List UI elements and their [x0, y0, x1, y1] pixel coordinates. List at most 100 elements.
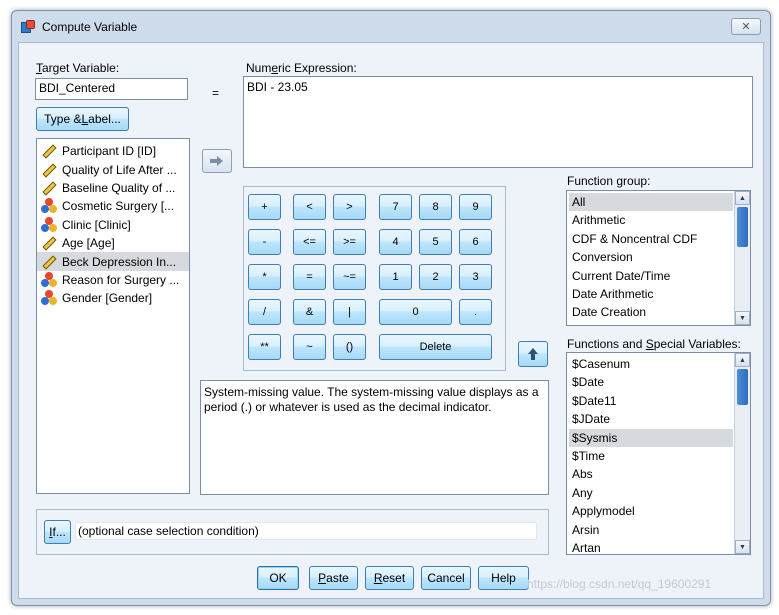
arrow-up-icon: [528, 348, 538, 360]
function-group-label: Function group:: [567, 174, 651, 188]
keypad-delete-button[interactable]: Delete: [379, 334, 492, 360]
function-group-item[interactable]: Conversion: [569, 248, 733, 266]
target-variable-input[interactable]: BDI_Centered: [35, 78, 188, 100]
function-item[interactable]: Arsin: [569, 521, 733, 539]
equals-sign: =: [212, 86, 220, 100]
move-to-expression-button[interactable]: [202, 149, 232, 173]
scale-ruler-icon: [41, 143, 57, 159]
variable-item[interactable]: Beck Depression In...: [37, 252, 189, 271]
variable-label: Quality of Life After ...: [62, 162, 177, 177]
paste-button[interactable]: Paste: [309, 566, 358, 590]
keypad-plus-button[interactable]: +: [248, 194, 281, 220]
keypad-or-button[interactable]: |: [333, 299, 366, 325]
variable-item[interactable]: Participant ID [ID]: [37, 142, 189, 160]
keypad-k3-button[interactable]: 3: [459, 264, 492, 290]
variable-label: Age [Age]: [62, 236, 115, 251]
function-group-item[interactable]: Date Arithmetic: [569, 285, 733, 303]
keypad-eq-button[interactable]: =: [293, 264, 326, 290]
compute-variable-dialog: Compute Variable ✕ Target Variable: BDI_…: [11, 10, 771, 606]
variable-list[interactable]: Participant ID [ID] Quality of Life After…: [36, 138, 190, 494]
keypad-pow-button[interactable]: **: [248, 334, 281, 360]
function-item[interactable]: Applymodel: [569, 502, 733, 520]
scroll-down-icon[interactable]: ▼: [735, 540, 750, 554]
keypad-and-button[interactable]: &: [293, 299, 326, 325]
scroll-down-icon[interactable]: ▼: [735, 311, 750, 325]
variable-item[interactable]: Baseline Quality of ...: [37, 179, 189, 197]
cancel-button[interactable]: Cancel: [421, 566, 471, 590]
target-variable-label: Target Variable:: [36, 61, 120, 75]
nominal-balls-icon: [41, 198, 57, 214]
keypad-k7-button[interactable]: 7: [379, 194, 412, 220]
function-item[interactable]: Any: [569, 484, 733, 502]
type-and-label-button[interactable]: Type & Label...: [36, 107, 129, 131]
variable-item[interactable]: Gender [Gender]: [37, 289, 189, 307]
variable-item[interactable]: Reason for Surgery ...: [37, 271, 189, 289]
keypad-k4-button[interactable]: 4: [379, 229, 412, 255]
function-description: System-missing value. The system-missing…: [200, 380, 549, 495]
scroll-thumb[interactable]: [737, 207, 748, 247]
function-group-item[interactable]: Arithmetic: [569, 211, 733, 229]
keypad-k6-button[interactable]: 6: [459, 229, 492, 255]
variable-label: Cosmetic Surgery [...: [62, 199, 175, 214]
scroll-up-icon[interactable]: ▲: [735, 353, 750, 367]
scale-ruler-icon: [41, 162, 57, 178]
keypad-ge-button[interactable]: >=: [333, 229, 366, 255]
keypad-ne-button[interactable]: ~=: [333, 264, 366, 290]
function-item[interactable]: $Casenum: [569, 355, 733, 373]
arrow-right-icon: [210, 156, 223, 166]
variable-item[interactable]: Age [Age]: [37, 234, 189, 252]
function-item[interactable]: Abs: [569, 465, 733, 483]
scroll-up-icon[interactable]: ▲: [735, 191, 750, 205]
function-group-item[interactable]: Date Creation: [569, 303, 733, 321]
variable-item[interactable]: Cosmetic Surgery [...: [37, 197, 189, 215]
scale-ruler-icon: [41, 254, 57, 270]
move-function-up-button[interactable]: [518, 341, 548, 367]
keypad-k0-button[interactable]: 0: [379, 299, 452, 325]
keypad-k8-button[interactable]: 8: [419, 194, 452, 220]
function-item[interactable]: $Sysmis: [569, 428, 733, 447]
keypad-minus-button[interactable]: -: [248, 229, 281, 255]
keypad-parens-button[interactable]: (): [333, 334, 366, 360]
window-title: Compute Variable: [42, 20, 138, 34]
function-group-item[interactable]: Current Date/Time: [569, 267, 733, 285]
function-group-item[interactable]: CDF & Noncentral CDF: [569, 230, 733, 248]
keypad-gt-button[interactable]: >: [333, 194, 366, 220]
function-item[interactable]: $Date: [569, 373, 733, 391]
keypad-dot-button[interactable]: .: [459, 299, 492, 325]
keypad-not-button[interactable]: ~: [293, 334, 326, 360]
function-item[interactable]: $Date11: [569, 392, 733, 410]
keypad-div-button[interactable]: /: [248, 299, 281, 325]
keypad-k2-button[interactable]: 2: [419, 264, 452, 290]
function-item[interactable]: $JDate: [569, 410, 733, 428]
variable-label: Baseline Quality of ...: [62, 180, 176, 195]
keypad-le-button[interactable]: <=: [293, 229, 326, 255]
title-bar[interactable]: Compute Variable ✕: [12, 11, 770, 43]
function-item[interactable]: $Time: [569, 447, 733, 465]
if-button[interactable]: If...: [44, 520, 71, 544]
variable-label: Reason for Surgery ...: [62, 272, 180, 287]
numeric-expression-input[interactable]: BDI - 23.05: [243, 76, 753, 168]
function-item[interactable]: Artan: [569, 539, 733, 554]
variable-item[interactable]: Quality of Life After ...: [37, 160, 189, 178]
keypad-mult-button[interactable]: *: [248, 264, 281, 290]
variable-item[interactable]: Clinic [Clinic]: [37, 216, 189, 234]
functions-scrollbar[interactable]: ▲ ▼: [734, 353, 750, 554]
keypad-k5-button[interactable]: 5: [419, 229, 452, 255]
keypad-k1-button[interactable]: 1: [379, 264, 412, 290]
keypad-lt-button[interactable]: <: [293, 194, 326, 220]
function-group-scrollbar[interactable]: ▲ ▼: [734, 191, 750, 325]
functions-special-vars-list[interactable]: $Casenum $Date $Date11 $JDate $Sysmis $Time Ab…: [566, 352, 751, 555]
functions-special-vars-label: Functions and Special Variables:: [567, 337, 741, 351]
function-group-item[interactable]: Date Extraction: [569, 322, 733, 325]
scroll-thumb[interactable]: [737, 369, 748, 405]
close-button[interactable]: ✕: [731, 18, 761, 35]
keypad-k9-button[interactable]: 9: [459, 194, 492, 220]
dialog-body: Target Variable: BDI_Centered = Type & L…: [18, 42, 764, 599]
ok-button[interactable]: OK: [257, 566, 299, 590]
variable-label: Beck Depression In...: [62, 254, 177, 269]
help-button[interactable]: Help: [478, 566, 529, 590]
function-group-item[interactable]: All: [569, 193, 733, 212]
condition-text: (optional case selection condition): [75, 522, 537, 540]
function-group-list[interactable]: All Arithmetic CDF & Noncentral CDF Convers…: [566, 190, 751, 326]
reset-button[interactable]: Reset: [365, 566, 414, 590]
